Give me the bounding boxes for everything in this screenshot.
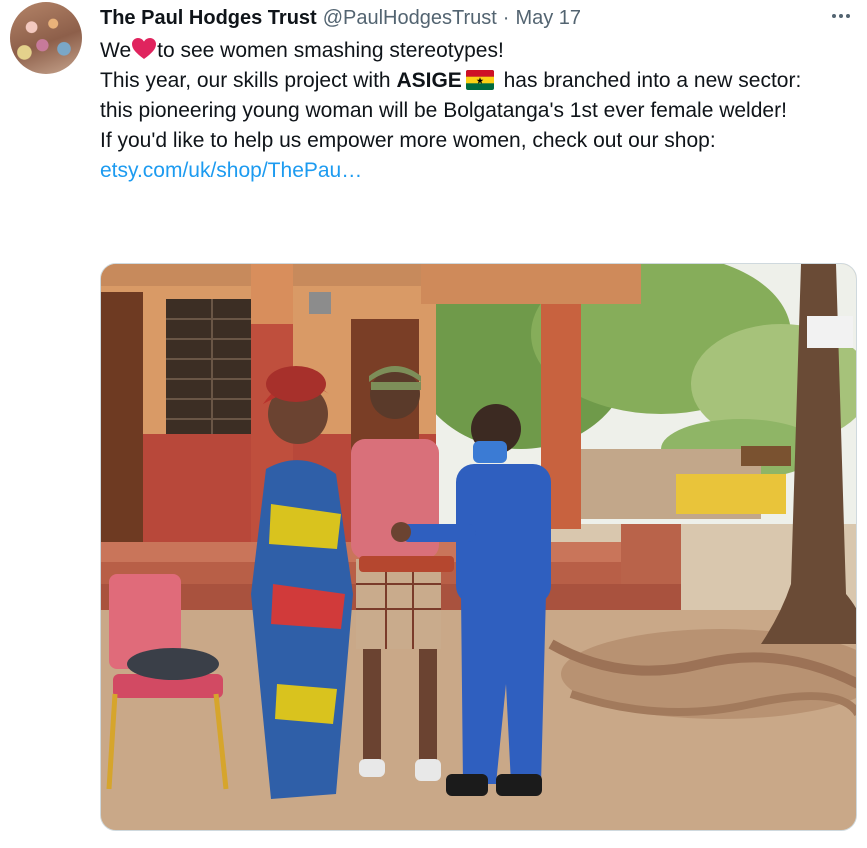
tweet-line-4: If you'd like to help us empower more wo…	[100, 129, 716, 152]
shop-link[interactable]: etsy.com/uk/shop/ThePau…	[100, 156, 860, 186]
tweet-text-line2-start: This year, our skills project with	[100, 69, 397, 92]
tweet-line-1: We to see women smashing stereotypes!	[100, 36, 860, 66]
tweet-text-line1-rest: to see women smashing stereotypes!	[157, 39, 504, 62]
tweet-line-3: this pioneering young woman will be Bolg…	[100, 99, 787, 122]
tweet-text-we: We	[100, 39, 132, 62]
tweet-text: We to see women smashing stereotypes! Thi…	[100, 36, 860, 186]
heart-emoji-icon	[132, 38, 157, 59]
tweet-date[interactable]: May 17	[515, 6, 581, 30]
tweet[interactable]: The Paul Hodges Trust @PaulHodgesTrust ·…	[0, 0, 867, 848]
separator-dot: ·	[502, 7, 510, 29]
tweet-line-2: This year, our skills project with ASIGE…	[100, 66, 860, 96]
more-options-icon[interactable]	[827, 4, 855, 28]
tweet-photo[interactable]	[100, 263, 857, 831]
tweet-text-asige: ASIGE	[396, 69, 462, 92]
author-avatar[interactable]	[10, 2, 82, 74]
tweet-text-line2-end: has branched into a new sector:	[497, 69, 802, 92]
author-name[interactable]: The Paul Hodges Trust	[100, 6, 317, 30]
author-handle[interactable]: @PaulHodgesTrust	[323, 6, 497, 30]
tweet-header: The Paul Hodges Trust @PaulHodgesTrust ·…	[100, 6, 581, 30]
photo-illustration	[101, 264, 856, 830]
ghana-flag-icon	[465, 70, 494, 90]
